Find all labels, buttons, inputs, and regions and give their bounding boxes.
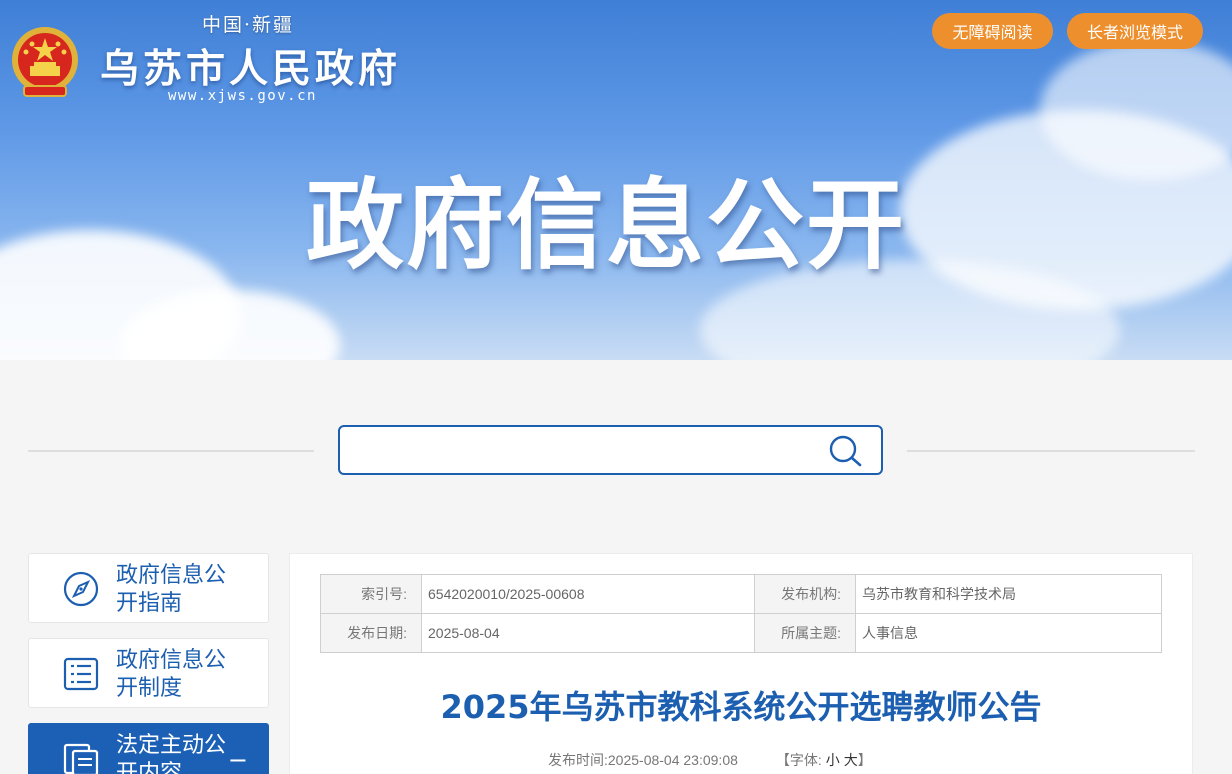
sidebar-item-statutory[interactable]: 法定主动公开内容 − [28, 723, 269, 774]
header-banner: 中国·新疆 乌苏市人民政府 www.xjws.gov.cn 无障碍阅读 长者浏览… [0, 0, 1232, 360]
national-emblem-icon [12, 27, 78, 97]
publish-label: 发布时间: [548, 752, 608, 768]
meta-org-value: 乌苏市教育和科学技术局 [855, 574, 1162, 614]
font-small-button[interactable]: 小 [826, 752, 840, 768]
sidebar-item-guide[interactable]: 政府信息公开指南 [28, 553, 269, 623]
sidebar-item-system[interactable]: 政府信息公开制度 [28, 638, 269, 708]
documents-icon [63, 743, 99, 774]
table-row: 索引号: 6542020010/2025-00608 发布机构: 乌苏市教育和科… [320, 574, 1162, 614]
meta-topic-label: 所属主题: [754, 613, 856, 653]
meta-index-value: 6542020010/2025-00608 [421, 574, 755, 614]
meta-date-label: 发布日期: [320, 613, 422, 653]
compass-icon [63, 571, 99, 607]
meta-org-label: 发布机构: [754, 574, 856, 614]
site-name[interactable]: 乌苏市人民政府 [100, 38, 401, 94]
sidebar-item-label: 法定主动公开内容 [116, 733, 227, 774]
publish-time: 2025-08-04 23:09:08 [607, 752, 738, 768]
publish-info: 发布时间:2025-08-04 23:09:08 【字体: 小大】 [548, 750, 872, 770]
sidebar-item-label: 政府信息公开制度 [116, 648, 227, 701]
sidebar-item-label: 政府信息公开指南 [116, 563, 227, 616]
font-size-label: 【字体: [775, 752, 822, 768]
table-row: 发布日期: 2025-08-04 所属主题: 人事信息 [320, 613, 1162, 653]
site-subtitle: 中国·新疆 [202, 14, 295, 36]
font-large-button[interactable]: 大 [844, 752, 858, 768]
divider-left [28, 450, 314, 452]
list-document-icon [63, 657, 99, 691]
accessible-reading-button[interactable]: 无障碍阅读 [932, 13, 1053, 49]
elder-mode-button[interactable]: 长者浏览模式 [1067, 13, 1203, 49]
site-url: www.xjws.gov.cn [168, 88, 317, 104]
search-icon[interactable] [828, 434, 864, 468]
meta-topic-value: 人事信息 [855, 613, 1162, 653]
meta-index-label: 索引号: [320, 574, 422, 614]
divider-right [907, 450, 1195, 452]
search-box [338, 425, 883, 475]
collapse-toggle-icon[interactable]: − [228, 746, 248, 774]
article-title: 2025年乌苏市教科系统公开选聘教师公告 [440, 688, 1042, 726]
hero-title: 政府信息公开 [306, 169, 907, 283]
search-input[interactable] [340, 427, 810, 473]
meta-date-value: 2025-08-04 [421, 613, 755, 653]
font-size-label-close: 】 [857, 752, 872, 768]
article-meta-table: 索引号: 6542020010/2025-00608 发布机构: 乌苏市教育和科… [320, 574, 1162, 653]
